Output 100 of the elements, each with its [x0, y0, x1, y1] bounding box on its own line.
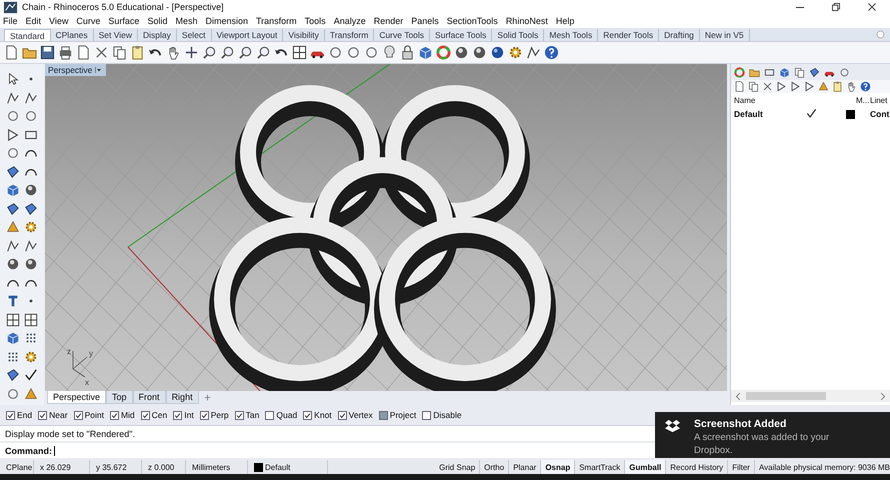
osnap-checkbox[interactable]: Tan — [234, 410, 260, 420]
triangle-icon[interactable] — [804, 81, 815, 92]
horizontal-scrollbar[interactable] — [731, 390, 890, 402]
osnap-checkbox[interactable]: Near — [38, 410, 68, 420]
toolbar-tab[interactable]: Surface Tools — [430, 29, 492, 41]
layer-name[interactable]: Default — [734, 109, 806, 119]
menu-item[interactable]: Help — [556, 16, 574, 26]
color-wheel-icon[interactable] — [734, 66, 745, 78]
cursor-icon[interactable] — [6, 72, 20, 86]
toolbar-tab[interactable]: Visibility — [283, 29, 325, 41]
cut-icon[interactable] — [762, 81, 773, 92]
surface-icon[interactable] — [24, 202, 38, 216]
four-panes-icon[interactable] — [24, 312, 38, 327]
cone-icon[interactable] — [6, 220, 20, 234]
circle-icon[interactable] — [364, 45, 379, 60]
toolbar-tab[interactable]: Select — [176, 29, 212, 41]
copy-icon[interactable] — [112, 45, 127, 60]
triangle-icon[interactable] — [776, 81, 787, 92]
new-document-icon[interactable] — [4, 45, 19, 60]
checkbox[interactable] — [173, 410, 182, 420]
clipboard-icon[interactable] — [130, 45, 145, 60]
magnifier-icon[interactable] — [256, 45, 271, 60]
dot-grid-icon[interactable] — [24, 331, 38, 346]
light-bulb-icon[interactable] — [382, 45, 397, 60]
viewport-title[interactable]: Perspective — [45, 64, 106, 76]
circle-icon[interactable] — [346, 45, 361, 60]
toolbar-tab[interactable]: Drafting — [659, 29, 700, 41]
checkbox[interactable] — [6, 410, 15, 420]
four-panes-icon[interactable] — [6, 312, 20, 327]
osnap-checkbox[interactable]: Project — [378, 410, 416, 420]
osnap-checkbox[interactable]: Disable — [422, 410, 462, 420]
osnap-checkbox[interactable]: Knot — [303, 410, 332, 420]
checkbox[interactable] — [200, 410, 209, 420]
circle-icon[interactable] — [24, 109, 38, 124]
menu-item[interactable]: Curve — [76, 16, 100, 26]
scroll-thumb[interactable] — [746, 392, 826, 400]
osnap-checkbox[interactable]: Mid — [110, 410, 135, 420]
viewport-tab[interactable]: Top — [106, 391, 133, 404]
menu-item[interactable]: View — [49, 16, 68, 26]
cut-icon[interactable] — [94, 45, 109, 60]
four-panes-icon[interactable] — [292, 45, 307, 60]
osnap-checkbox[interactable]: Perp — [200, 410, 229, 420]
toolbar-tab[interactable]: Solid Tools — [492, 29, 544, 41]
shaded-sphere-icon[interactable] — [24, 183, 38, 198]
new-document-icon[interactable] — [76, 45, 91, 60]
hand-icon[interactable] — [846, 81, 857, 92]
clipboard-icon[interactable] — [832, 81, 843, 92]
polyline-icon[interactable] — [6, 238, 20, 253]
osnap-checkbox[interactable]: Quad — [265, 410, 298, 420]
menu-item[interactable]: Transform — [256, 16, 297, 26]
copy-icon[interactable] — [748, 81, 759, 92]
color-wheel-icon[interactable] — [436, 45, 451, 60]
help-icon[interactable] — [544, 45, 559, 60]
toolbar-tab[interactable]: Curve Tools — [374, 29, 430, 41]
menu-item[interactable]: SectionTools — [446, 16, 498, 26]
checkbox[interactable] — [234, 410, 244, 420]
checkbox[interactable] — [338, 410, 347, 420]
checkbox[interactable] — [265, 410, 274, 420]
magnifier-icon[interactable] — [220, 45, 235, 60]
triangle-icon[interactable] — [6, 128, 20, 142]
checkbox[interactable] — [110, 410, 119, 420]
menu-item[interactable]: Mesh — [175, 16, 198, 26]
shaded-sphere-icon[interactable] — [6, 257, 20, 272]
options-circle-icon[interactable] — [875, 29, 886, 40]
checkbox[interactable] — [74, 410, 83, 420]
menu-item[interactable]: Tools — [304, 16, 326, 26]
shaded-sphere-icon[interactable] — [472, 45, 487, 60]
toolbar-tab[interactable]: Mesh Tools — [544, 29, 598, 41]
cone-icon[interactable] — [24, 386, 38, 401]
shaded-sphere-icon[interactable] — [454, 45, 469, 60]
menu-item[interactable]: RhinoNest — [506, 16, 548, 26]
checkbox[interactable] — [378, 410, 388, 420]
surface-icon[interactable] — [6, 202, 20, 216]
osnap-checkbox[interactable]: End — [6, 410, 32, 420]
shaded-sphere-icon[interactable] — [24, 257, 38, 272]
checkbox[interactable] — [140, 410, 150, 420]
letter-shape-icon[interactable] — [6, 294, 20, 308]
folder-icon[interactable] — [749, 66, 760, 78]
toolbar-tab[interactable]: Set View — [94, 29, 138, 41]
toolbar-tab[interactable]: Viewport Layout — [212, 29, 284, 41]
surface-icon[interactable] — [6, 164, 20, 179]
toolbar-tab[interactable]: CPlanes — [50, 29, 94, 41]
viewport-tab[interactable]: Front — [132, 391, 166, 404]
menu-item[interactable]: File — [3, 16, 18, 26]
viewport-tab[interactable]: Perspective — [47, 391, 106, 404]
checkbox[interactable] — [422, 410, 432, 420]
toolbar-tab[interactable]: Display — [138, 29, 177, 41]
menu-item[interactable]: Surface — [108, 16, 140, 26]
magnifier-icon[interactable] — [202, 45, 217, 60]
printer-icon[interactable] — [58, 45, 73, 60]
toolbar-tab[interactable]: Transform — [324, 29, 374, 41]
checkbox[interactable] — [303, 410, 312, 420]
polyline-icon[interactable] — [24, 90, 38, 105]
help-icon[interactable] — [860, 81, 871, 92]
dot-grid-icon[interactable] — [6, 350, 20, 364]
add-tab-icon[interactable] — [202, 393, 212, 402]
sphere-icon[interactable] — [490, 45, 505, 60]
menu-item[interactable]: Solid — [147, 16, 168, 26]
menu-item[interactable]: Render — [374, 16, 404, 26]
save-icon[interactable] — [40, 45, 55, 60]
